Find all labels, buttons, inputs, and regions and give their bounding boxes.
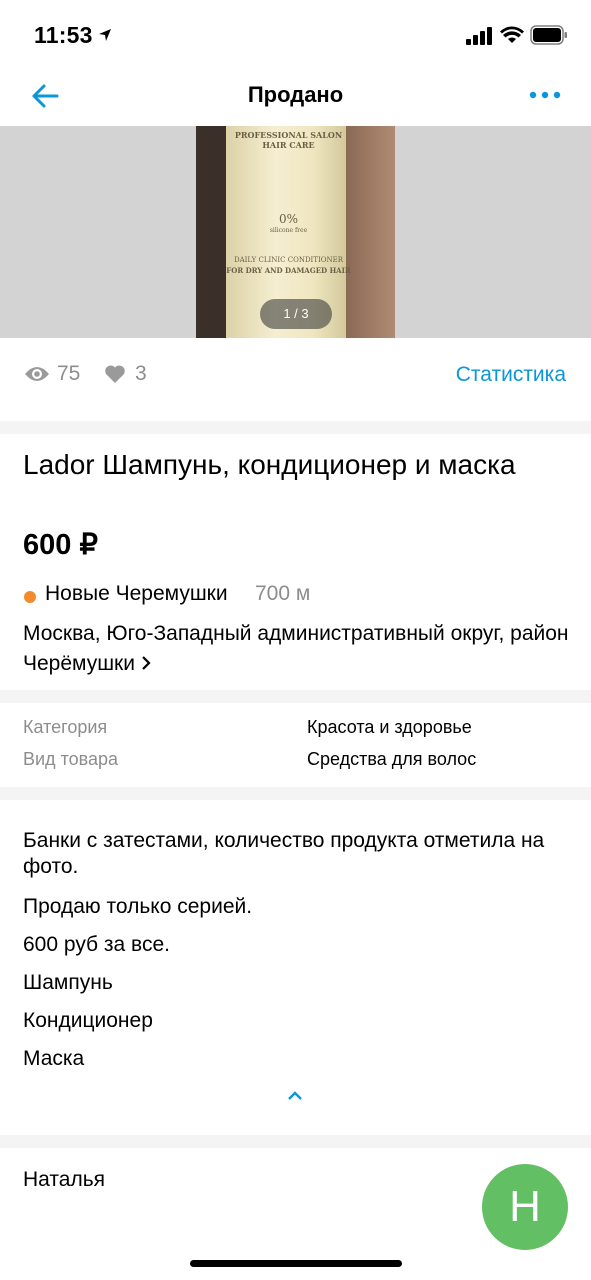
description-line: Продаю только серией. bbox=[23, 895, 253, 918]
description-line: Банки с затестами, количество продукта о… bbox=[23, 829, 545, 878]
heart-icon bbox=[105, 365, 125, 383]
location-arrow-icon bbox=[99, 29, 111, 41]
param-label: Категория bbox=[23, 717, 108, 737]
description-line: Кондиционер bbox=[23, 1009, 153, 1032]
listing-card: Lador Шампунь, кондиционер и маска 600 ₽… bbox=[0, 434, 591, 690]
home-indicator[interactable] bbox=[190, 1260, 402, 1267]
page-title: Продано bbox=[247, 82, 344, 107]
more-dots-icon[interactable] bbox=[527, 84, 563, 106]
description-line: Шампунь bbox=[23, 971, 113, 994]
description-line: 600 руб за все. bbox=[23, 933, 170, 956]
stats-bar: 75 3 Статистика bbox=[0, 338, 591, 421]
statistics-link[interactable]: Статистика bbox=[456, 363, 566, 387]
param-label: Вид товара bbox=[23, 749, 119, 769]
description: Банки с затестами, количество продукта о… bbox=[0, 800, 591, 1135]
photo-label-line1: DAILY CLINIC CONDITIONER bbox=[234, 256, 343, 264]
photo-label-top: PROFESSIONAL SALON HAIR CARE bbox=[234, 130, 343, 150]
battery-icon bbox=[530, 25, 567, 45]
photo-label-badge-sub: silicone free bbox=[269, 227, 308, 234]
address-text: Москва, Юго-Западный административный ок… bbox=[23, 622, 569, 675]
eye-icon bbox=[25, 367, 49, 381]
listing-price: 600 ₽ bbox=[23, 529, 98, 561]
param-value: Красота и здоровье bbox=[307, 717, 472, 737]
metro-station: Новые Черемушки bbox=[45, 582, 228, 605]
photo-label-line2: FOR DRY AND DAMAGED HAIR bbox=[226, 266, 351, 275]
status-time: 11:53 bbox=[34, 22, 93, 48]
address-link[interactable]: Москва, Юго-Западный административный ок… bbox=[23, 619, 573, 679]
metro-distance: 700 м bbox=[255, 582, 311, 605]
photo-label-badge: 0% bbox=[278, 212, 299, 226]
chevron-right-icon bbox=[142, 656, 151, 670]
avatar[interactable]: Н bbox=[482, 1164, 568, 1250]
status-bar: 11:53 bbox=[0, 0, 591, 70]
seller-name: Наталья bbox=[23, 1168, 106, 1191]
likes-count: 3 bbox=[135, 362, 147, 385]
wifi-icon bbox=[500, 26, 524, 43]
metro-dot-icon bbox=[24, 591, 36, 603]
description-line: Маска bbox=[23, 1047, 85, 1070]
chevron-up-icon[interactable] bbox=[282, 1086, 308, 1106]
params-table: Категория Красота и здоровье Вид товара … bbox=[0, 703, 591, 787]
param-value: Средства для волос bbox=[307, 749, 477, 769]
photo-pager: 1 / 3 bbox=[260, 299, 332, 329]
hand-image bbox=[346, 126, 395, 338]
signal-icon bbox=[466, 27, 492, 45]
listing-title: Lador Шампунь, кондиционер и маска bbox=[23, 449, 516, 480]
top-nav: Продано bbox=[0, 70, 591, 126]
views-count: 75 bbox=[57, 362, 81, 385]
